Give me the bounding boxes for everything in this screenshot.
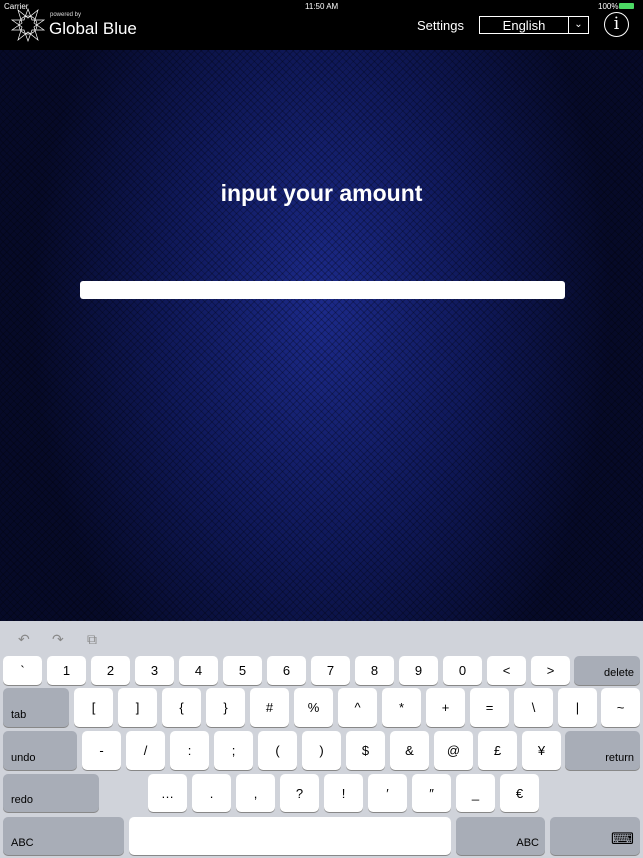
key-0-3[interactable]: 3 — [135, 656, 174, 685]
key-1-10[interactable]: = — [470, 688, 509, 727]
language-value: English — [502, 18, 546, 33]
clock: 11:50 AM — [305, 2, 339, 11]
key-0-1[interactable]: 1 — [47, 656, 86, 685]
key-3-0[interactable]: redo — [3, 774, 99, 812]
key-1-4[interactable]: } — [206, 688, 245, 727]
global-blue-logo-icon — [10, 8, 46, 42]
key-0-6[interactable]: 6 — [267, 656, 306, 685]
language-select[interactable]: English ⌄ — [479, 16, 589, 34]
key-1-11[interactable]: \ — [514, 688, 553, 727]
key-0-12[interactable]: > — [531, 656, 570, 685]
key-2-5[interactable]: ( — [258, 731, 297, 770]
paste-icon[interactable]: ⧉ — [87, 631, 97, 648]
key-2-9[interactable]: @ — [434, 731, 473, 770]
app-header: Carrier 11:50 AM 100% powered by Global … — [0, 0, 643, 50]
key-2-4[interactable]: ; — [214, 731, 253, 770]
key-2-2[interactable]: / — [126, 731, 165, 770]
key-3-9[interactable]: € — [500, 774, 539, 812]
key-1-3[interactable]: { — [162, 688, 201, 727]
key-3-5[interactable]: ! — [324, 774, 363, 812]
key-0-8[interactable]: 8 — [355, 656, 394, 685]
key-2-10[interactable]: £ — [478, 731, 517, 770]
brand-name: Global Blue — [49, 19, 137, 38]
key-2-0[interactable]: undo — [3, 731, 77, 770]
key-0-2[interactable]: 2 — [91, 656, 130, 685]
key-2-8[interactable]: & — [390, 731, 429, 770]
key-3-7[interactable]: ″ — [412, 774, 451, 812]
key-0-0[interactable]: ` — [3, 656, 42, 685]
status-bar: Carrier 11:50 AM 100% — [0, 0, 643, 12]
settings-button[interactable]: Settings — [417, 18, 464, 33]
key-4-2[interactable]: ABC — [456, 817, 545, 855]
key-1-9[interactable]: + — [426, 688, 465, 727]
powered-by: powered by — [50, 12, 82, 18]
key-3-3[interactable]: , — [236, 774, 275, 812]
key-2-3[interactable]: : — [170, 731, 209, 770]
key-4-1[interactable] — [129, 817, 451, 855]
key-4-0[interactable]: ABC — [3, 817, 124, 855]
key-3-2[interactable]: . — [192, 774, 231, 812]
key-1-7[interactable]: ^ — [338, 688, 377, 727]
battery-icon — [619, 3, 634, 9]
page-title: input your amount — [220, 180, 423, 206]
key-1-13[interactable]: ~ — [601, 688, 640, 727]
key-0-9[interactable]: 9 — [399, 656, 438, 685]
keyboard: ↶ ↷ ⧉ ` 1 2 3 4 5 6 7 8 9 0 < > delete tab[]{} #% ^ * + = \ |… — [0, 621, 643, 858]
key-1-1[interactable]: [ — [74, 688, 113, 727]
key-2-1[interactable]: - — [82, 731, 121, 770]
key-0-7[interactable]: 7 — [311, 656, 350, 685]
key-1-0[interactable]: tab — [3, 688, 69, 727]
key-1-2[interactable]: ] — [118, 688, 157, 727]
key-3-6[interactable]: ′ — [368, 774, 407, 812]
key-2-7[interactable]: $ — [346, 731, 385, 770]
key-0-11[interactable]: < — [487, 656, 526, 685]
chevron-down-icon: ⌄ — [568, 17, 588, 33]
amount-input[interactable] — [80, 281, 565, 299]
key-1-12[interactable]: | — [558, 688, 597, 727]
key-4-3[interactable]: ⌨ — [550, 817, 640, 855]
key-2-6[interactable]: ) — [302, 731, 341, 770]
key-2-12[interactable]: return — [565, 731, 640, 770]
redo-icon[interactable]: ↷ — [52, 631, 64, 648]
key-0-5[interactable]: 5 — [223, 656, 262, 685]
key-1-8[interactable]: * — [382, 688, 421, 727]
key-3-4[interactable]: ? — [280, 774, 319, 812]
key-0-4[interactable]: 4 — [179, 656, 218, 685]
main-panel: input your amount — [0, 50, 643, 621]
key-0-10[interactable]: 0 — [443, 656, 482, 685]
battery-level: 100% — [598, 2, 619, 11]
key-1-5[interactable]: # — [250, 688, 289, 727]
key-0-13[interactable]: delete — [574, 656, 640, 685]
key-2-11[interactable]: ¥ — [522, 731, 561, 770]
key-3-8[interactable]: _ — [456, 774, 495, 812]
undo-icon[interactable]: ↶ — [18, 631, 30, 648]
key-3-1[interactable]: … — [148, 774, 187, 812]
key-1-6[interactable]: % — [294, 688, 333, 727]
info-button[interactable]: i — [604, 12, 629, 37]
